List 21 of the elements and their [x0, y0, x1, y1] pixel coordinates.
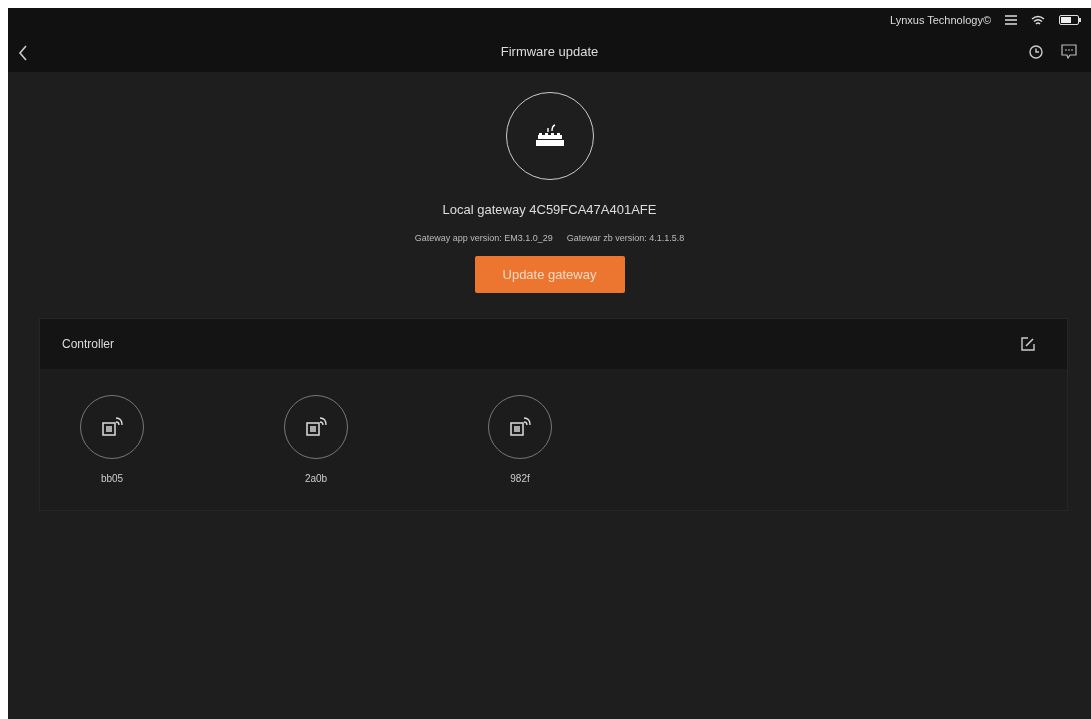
zb-version: Gatewar zb version: 4.1.1.5.8: [566, 233, 685, 243]
controller-icon: [305, 417, 327, 437]
page-title: Firmware update: [500, 44, 599, 59]
gateway-router-icon: [533, 123, 566, 149]
device-name: 982f: [510, 473, 530, 484]
update-gateway-button[interactable]: Update gateway: [474, 256, 625, 293]
menu-icon[interactable]: [1005, 15, 1017, 25]
app-version: Gateway app version: EM3.1.0_29: [414, 233, 553, 243]
edit-icon[interactable]: [1021, 337, 1035, 351]
message-icon[interactable]: [1061, 44, 1077, 59]
carrier-name: Lynxus Technology©: [889, 14, 991, 26]
device-name: bb05: [100, 473, 124, 484]
device-name: 2a0b: [304, 473, 328, 484]
clock-icon[interactable]: [1029, 44, 1043, 59]
controller-icon: [101, 417, 123, 437]
battery-icon: [1059, 15, 1081, 25]
section-title: Controller: [62, 337, 115, 351]
wifi-icon: [1031, 14, 1045, 26]
back-icon[interactable]: [18, 44, 28, 62]
controller-icon: [509, 417, 531, 437]
gateway-name: Local gateway 4C59FCA47A401AFE: [442, 202, 657, 217]
